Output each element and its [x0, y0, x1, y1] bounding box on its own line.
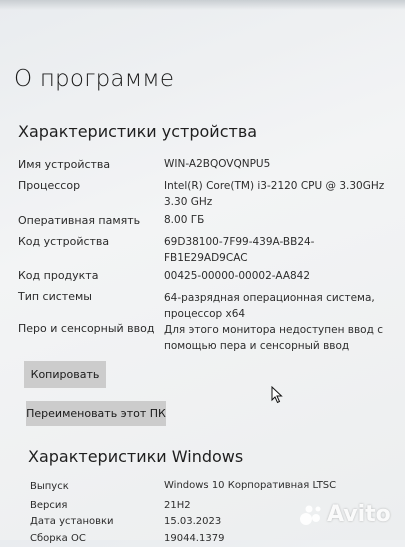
version-label: Версия [30, 500, 68, 511]
page-title: О программе [14, 66, 175, 92]
install-date-value: 15.03.2023 [164, 516, 222, 527]
avito-watermark-text: Avito [327, 502, 391, 527]
system-type-value: 64-разрядная операционная система, проце… [164, 292, 375, 320]
windows-specs-title: Характеристики Windows [28, 447, 244, 466]
product-id-label: Код продукта [18, 269, 99, 282]
install-date-label: Дата установки [30, 516, 114, 527]
edition-value: Windows 10 Корпоративная LTSC [164, 480, 337, 491]
edition-label: Выпуск [30, 481, 69, 492]
device-id-label: Код устройства [18, 235, 110, 248]
device-name-value: WIN-A2BQOVQNPU5 [164, 158, 271, 170]
avito-watermark: Avito [299, 502, 391, 527]
os-build-value: 19044.1379 [164, 533, 225, 544]
product-id-value: 00425-00000-00002-AA842 [164, 270, 311, 282]
device-specs-title: Характеристики устройства [18, 122, 258, 141]
processor-label: Процессор [18, 179, 81, 192]
device-id-value: 69D38100-7F99-439A-BB24- FB1E29AD9CAC [164, 236, 315, 264]
pen-touch-value: Для этого монитора недоступен ввод с пом… [164, 324, 383, 352]
pen-touch-label: Перо и сенсорный ввод [18, 322, 155, 335]
copy-button[interactable]: Копировать [24, 361, 106, 388]
mouse-pointer-icon [271, 386, 283, 404]
device-name-label: Имя устройства [18, 158, 111, 171]
ram-value: 8.00 ГБ [164, 214, 205, 226]
window-top-edge [0, 0, 405, 10]
os-build-label: Сборка ОС [30, 533, 86, 544]
processor-value: Intel(R) Core(TM) i3-2120 CPU @ 3.30GHz … [164, 180, 385, 208]
rename-pc-button[interactable]: Переименовать этот ПК [26, 401, 166, 426]
version-value: 21H2 [164, 500, 191, 511]
ram-label: Оперативная память [18, 214, 141, 227]
avito-logo-icon [300, 505, 321, 525]
system-type-label: Тип системы [18, 290, 92, 303]
